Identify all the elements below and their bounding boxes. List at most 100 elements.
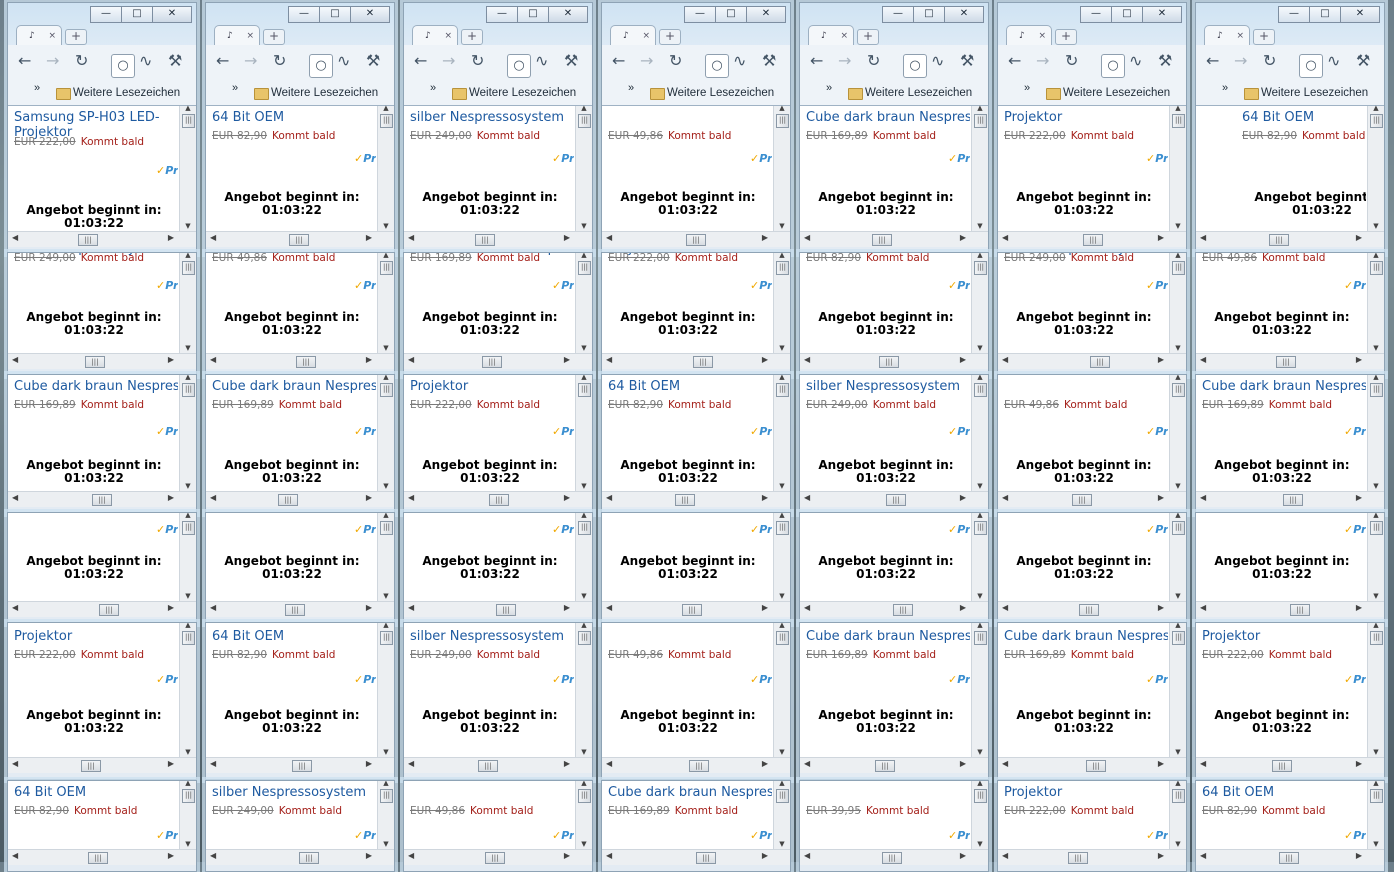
vertical-scrollbar[interactable]: ▲ ||| ▼ bbox=[377, 375, 394, 491]
horizontal-scrollbar[interactable]: ◀ ||| ▶ bbox=[206, 849, 394, 866]
other-bookmarks-link[interactable]: Weitere Lesezeichen bbox=[271, 79, 378, 107]
scroll-down-icon[interactable]: ▼ bbox=[972, 482, 988, 490]
minimize-button[interactable]: — bbox=[486, 6, 518, 23]
scroll-right-icon[interactable]: ▶ bbox=[762, 355, 768, 364]
scroll-left-icon[interactable]: ◀ bbox=[210, 759, 216, 768]
scroll-up-icon[interactable]: ▲ bbox=[1170, 623, 1186, 629]
minimize-button[interactable]: — bbox=[684, 6, 716, 23]
scroll-up-icon[interactable]: ▲ bbox=[180, 623, 196, 629]
scroll-thumb[interactable]: ||| bbox=[182, 383, 195, 397]
browser-tab[interactable]: ♪ × bbox=[16, 25, 62, 45]
horizontal-scrollbar[interactable]: ◀ ||| ▶ bbox=[1196, 353, 1384, 370]
scroll-left-icon[interactable]: ◀ bbox=[804, 851, 810, 860]
scroll-down-icon[interactable]: ▼ bbox=[180, 748, 196, 756]
horizontal-scrollbar[interactable]: ◀ ||| ▶ bbox=[800, 757, 988, 774]
product-title-link[interactable]: 64 Bit OEM bbox=[1202, 785, 1366, 800]
horizontal-scrollbar[interactable]: ◀ ||| ▶ bbox=[602, 757, 790, 774]
scroll-down-icon[interactable]: ▼ bbox=[1368, 222, 1384, 230]
scroll-left-icon[interactable]: ◀ bbox=[12, 603, 18, 612]
scroll-left-icon[interactable]: ◀ bbox=[210, 603, 216, 612]
scroll-down-icon[interactable]: ▼ bbox=[774, 482, 790, 490]
scroll-thumb[interactable]: ||| bbox=[1370, 631, 1383, 645]
scroll-left-icon[interactable]: ◀ bbox=[1002, 851, 1008, 860]
vertical-scrollbar[interactable]: ▲ ||| ▼ bbox=[1367, 513, 1384, 601]
horizontal-scrollbar[interactable]: ◀ ||| ▶ bbox=[8, 849, 196, 866]
horizontal-scrollbar[interactable]: ◀ ||| ▶ bbox=[1196, 757, 1384, 774]
scroll-thumb[interactable]: ||| bbox=[689, 760, 709, 772]
horizontal-scrollbar[interactable]: ◀ ||| ▶ bbox=[8, 491, 196, 508]
scroll-left-icon[interactable]: ◀ bbox=[210, 233, 216, 242]
back-icon[interactable]: ← bbox=[216, 52, 229, 70]
horizontal-scrollbar[interactable]: ◀ ||| ▶ bbox=[998, 491, 1186, 508]
scroll-up-icon[interactable]: ▲ bbox=[774, 781, 790, 787]
pulse-icon[interactable]: ∿ bbox=[1327, 52, 1340, 70]
scroll-up-icon[interactable]: ▲ bbox=[378, 513, 394, 519]
scroll-right-icon[interactable]: ▶ bbox=[564, 493, 570, 502]
scroll-thumb[interactable]: ||| bbox=[872, 234, 892, 246]
scroll-thumb[interactable]: ||| bbox=[578, 789, 591, 803]
horizontal-scrollbar[interactable]: ◀ ||| ▶ bbox=[404, 353, 592, 370]
scroll-thumb[interactable]: ||| bbox=[578, 261, 591, 275]
scroll-down-icon[interactable]: ▼ bbox=[774, 222, 790, 230]
scroll-thumb[interactable]: ||| bbox=[675, 494, 695, 506]
scroll-left-icon[interactable]: ◀ bbox=[408, 493, 414, 502]
new-tab-button[interactable]: + bbox=[1055, 29, 1077, 45]
scroll-thumb[interactable]: ||| bbox=[974, 631, 987, 645]
scroll-thumb[interactable]: ||| bbox=[776, 114, 789, 128]
horizontal-scrollbar[interactable]: ◀ ||| ▶ bbox=[8, 601, 196, 618]
vertical-scrollbar[interactable]: ▲ ||| ▼ bbox=[575, 104, 592, 231]
product-title-link[interactable]: Projektor bbox=[410, 379, 574, 394]
scroll-down-icon[interactable]: ▼ bbox=[972, 748, 988, 756]
scroll-down-icon[interactable]: ▼ bbox=[378, 748, 394, 756]
scroll-thumb[interactable]: ||| bbox=[182, 789, 195, 803]
new-tab-button[interactable]: + bbox=[659, 29, 681, 45]
horizontal-scrollbar[interactable]: ◀ ||| ▶ bbox=[404, 757, 592, 774]
scroll-up-icon[interactable]: ▲ bbox=[576, 781, 592, 787]
scroll-up-icon[interactable]: ▲ bbox=[576, 253, 592, 259]
scroll-thumb[interactable]: ||| bbox=[776, 789, 789, 803]
scroll-left-icon[interactable]: ◀ bbox=[1200, 603, 1206, 612]
scroll-right-icon[interactable]: ▶ bbox=[1158, 603, 1164, 612]
scroll-thumb[interactable]: ||| bbox=[1272, 760, 1292, 772]
maximize-button[interactable]: □ bbox=[121, 6, 153, 23]
scroll-right-icon[interactable]: ▶ bbox=[366, 851, 372, 860]
scroll-thumb[interactable]: ||| bbox=[496, 604, 516, 616]
product-title-link[interactable]: Cube dark braun Nespresso bbox=[14, 379, 178, 394]
scroll-thumb[interactable]: ||| bbox=[879, 356, 899, 368]
horizontal-scrollbar[interactable]: ◀ ||| ▶ bbox=[206, 231, 394, 248]
horizontal-scrollbar[interactable]: ◀ ||| ▶ bbox=[404, 601, 592, 618]
scroll-down-icon[interactable]: ▼ bbox=[576, 840, 592, 848]
scroll-thumb[interactable]: ||| bbox=[380, 789, 393, 803]
vertical-scrollbar[interactable]: ▲ ||| ▼ bbox=[179, 513, 196, 601]
vertical-scrollbar[interactable]: ▲ ||| ▼ bbox=[773, 104, 790, 231]
reload-icon[interactable]: ↻ bbox=[75, 52, 88, 70]
maximize-button[interactable]: □ bbox=[1111, 6, 1143, 23]
scroll-up-icon[interactable]: ▲ bbox=[180, 104, 196, 112]
scroll-down-icon[interactable]: ▼ bbox=[576, 482, 592, 490]
close-button[interactable]: ✕ bbox=[548, 6, 588, 23]
vertical-scrollbar[interactable]: ▲ ||| ▼ bbox=[179, 253, 196, 353]
scroll-down-icon[interactable]: ▼ bbox=[1170, 592, 1186, 600]
scroll-right-icon[interactable]: ▶ bbox=[366, 603, 372, 612]
scroll-up-icon[interactable]: ▲ bbox=[378, 375, 394, 381]
product-title-link[interactable]: Projektor bbox=[1004, 785, 1168, 800]
scroll-left-icon[interactable]: ◀ bbox=[804, 759, 810, 768]
tab-close-icon[interactable]: × bbox=[840, 26, 848, 46]
product-title-link[interactable]: Cube dark braun Nespresso bbox=[806, 629, 970, 644]
product-title-link[interactable]: 64 Bit OEM bbox=[212, 629, 376, 644]
other-bookmarks-link[interactable]: Weitere Lesezeichen bbox=[1261, 79, 1368, 107]
scroll-thumb[interactable]: ||| bbox=[182, 114, 195, 128]
bookmarks-overflow-icon[interactable]: » bbox=[1024, 74, 1030, 102]
scroll-down-icon[interactable]: ▼ bbox=[576, 222, 592, 230]
browser-tab[interactable]: ♪ × bbox=[1006, 25, 1052, 45]
scroll-right-icon[interactable]: ▶ bbox=[366, 493, 372, 502]
horizontal-scrollbar[interactable]: ◀ ||| ▶ bbox=[602, 353, 790, 370]
scroll-right-icon[interactable]: ▶ bbox=[1356, 493, 1362, 502]
scroll-thumb[interactable]: ||| bbox=[776, 383, 789, 397]
scroll-thumb[interactable]: ||| bbox=[1370, 114, 1383, 128]
scroll-left-icon[interactable]: ◀ bbox=[408, 233, 414, 242]
scroll-left-icon[interactable]: ◀ bbox=[1002, 355, 1008, 364]
new-tab-button[interactable]: + bbox=[461, 29, 483, 45]
scroll-up-icon[interactable]: ▲ bbox=[576, 104, 592, 112]
horizontal-scrollbar[interactable]: ◀ ||| ▶ bbox=[1196, 849, 1384, 866]
